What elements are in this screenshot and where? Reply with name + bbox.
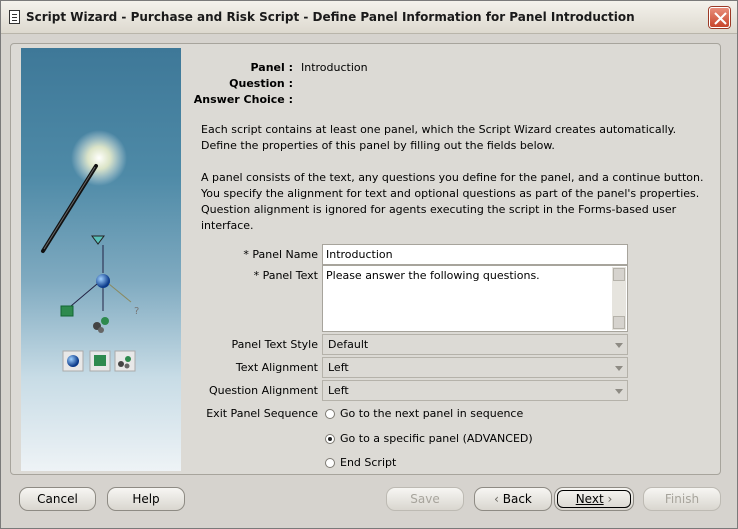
question-label: Question : — [229, 77, 293, 90]
radio-button[interactable] — [325, 457, 335, 468]
exit-option-end-script[interactable]: End Script — [325, 456, 396, 469]
document-icon — [9, 10, 20, 24]
exit-option-label: End Script — [340, 456, 397, 469]
radio-button[interactable] — [325, 408, 335, 419]
scroll-up-button[interactable] — [613, 268, 625, 281]
radio-button[interactable] — [325, 433, 335, 444]
panel-text-style-value: Default — [328, 338, 369, 351]
magic-wand-graphic: ? — [41, 130, 139, 372]
title-bar: Script Wizard - Purchase and Risk Script… — [1, 1, 737, 34]
exit-option-label: Go to a specific panel (ADVANCED) — [340, 432, 533, 445]
chevron-left-icon: ‹ — [494, 492, 499, 506]
next-button[interactable]: Next › — [554, 487, 634, 511]
text-alignment-value: Left — [328, 361, 349, 374]
panel-value: Introduction — [301, 61, 368, 74]
cancel-button[interactable]: Cancel — [19, 487, 96, 511]
chevron-right-icon: › — [607, 492, 613, 506]
close-button[interactable] — [709, 7, 730, 28]
question-alignment-label: Question Alignment — [208, 384, 318, 397]
next-button-label: Next — [575, 492, 604, 506]
panel-text-scrollbar[interactable] — [612, 267, 626, 330]
text-alignment-label: Text Alignment — [235, 361, 318, 374]
exit-panel-sequence-label: Exit Panel Sequence — [206, 407, 318, 420]
finish-button[interactable]: Finish — [643, 487, 721, 511]
description-paragraph-2: A panel consists of the text, any questi… — [201, 171, 704, 232]
panel-text-label: * Panel Text — [253, 269, 318, 282]
finish-button-label: Finish — [664, 492, 700, 506]
panel-name-label: * Panel Name — [243, 248, 318, 261]
panel-text-style-label: Panel Text Style — [231, 338, 318, 351]
answer-choice-label: Answer Choice : — [193, 93, 293, 106]
scroll-down-button[interactable] — [613, 316, 625, 329]
panel-text-area[interactable]: Please answer the following questions. — [322, 265, 628, 332]
exit-option-specific-panel[interactable]: Go to a specific panel (ADVANCED) — [325, 432, 533, 445]
window-title: Script Wizard - Purchase and Risk Script… — [26, 10, 635, 24]
help-button[interactable]: Help — [107, 487, 185, 511]
chevron-down-icon — [615, 389, 623, 394]
question-alignment-value: Left — [328, 384, 349, 397]
chevron-down-icon — [615, 343, 623, 348]
description-paragraph-1: Each script contains at least one panel,… — [201, 123, 677, 152]
wizard-window: Script Wizard - Purchase and Risk Script… — [0, 0, 738, 529]
text-alignment-select[interactable]: Left — [322, 357, 628, 378]
back-button-label: Back — [502, 492, 532, 506]
exit-option-label: Go to the next panel in sequence — [340, 407, 524, 420]
panel-name-input[interactable] — [322, 244, 628, 265]
panel-label: Panel : — [250, 61, 293, 74]
back-button[interactable]: ‹ Back — [474, 487, 552, 511]
question-alignment-select[interactable]: Left — [322, 380, 628, 401]
close-icon — [714, 12, 727, 25]
svg-text:?: ? — [134, 306, 139, 317]
save-button[interactable]: Save — [386, 487, 464, 511]
panel-text-style-select[interactable]: Default — [322, 334, 628, 355]
panel-text-value: Please answer the following questions. — [326, 269, 540, 282]
save-button-label: Save — [410, 492, 440, 506]
wizard-illustration: ? — [21, 48, 181, 471]
exit-option-next-panel[interactable]: Go to the next panel in sequence — [325, 407, 523, 420]
chevron-down-icon — [615, 366, 623, 371]
